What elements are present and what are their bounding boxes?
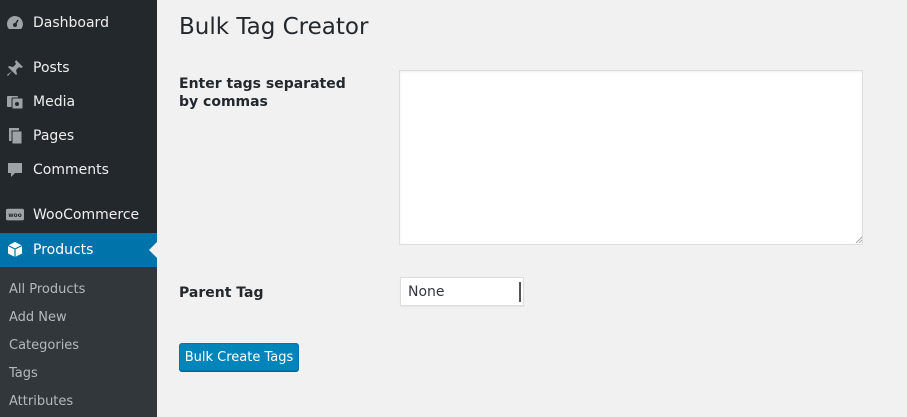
submenu-item-attributes[interactable]: Attributes <box>9 394 73 409</box>
sidebar-item-label: WooCommerce <box>33 207 140 223</box>
parent-tag-label: Parent Tag <box>179 285 264 301</box>
sidebar-item-label: Dashboard <box>33 15 109 31</box>
sidebar-item-woocommerce[interactable]: woo WooCommerce <box>0 198 157 232</box>
products-submenu: All Products Add New Categories Tags Att… <box>0 267 157 417</box>
sidebar-item-label: Pages <box>33 128 75 144</box>
sidebar-item-dashboard[interactable]: Dashboard <box>0 6 157 40</box>
page-title: Bulk Tag Creator <box>179 14 369 40</box>
sidebar-item-label: Media <box>33 94 76 110</box>
box-icon <box>6 241 24 259</box>
select-handle-icon <box>519 282 521 302</box>
parent-tag-select[interactable]: None <box>400 277 524 306</box>
dashboard-icon <box>6 14 24 32</box>
sidebar-item-label: Posts <box>33 60 70 76</box>
media-icon <box>6 93 24 111</box>
submenu-item-all-products[interactable]: All Products <box>9 282 85 297</box>
pin-icon <box>6 59 24 77</box>
svg-text:woo: woo <box>8 213 21 219</box>
submenu-item-add-new[interactable]: Add New <box>9 310 67 325</box>
tags-textarea[interactable] <box>399 70 863 245</box>
parent-tag-selected-value: None <box>408 283 445 300</box>
submenu-item-tags[interactable]: Tags <box>9 366 38 381</box>
sidebar-item-posts[interactable]: Posts <box>0 51 157 85</box>
comment-icon <box>6 161 24 179</box>
admin-sidebar: Dashboard Posts Media Pages Comments woo… <box>0 0 157 417</box>
main-content: Bulk Tag Creator Enter tags separated by… <box>157 0 907 417</box>
sidebar-item-label: Comments <box>33 162 109 178</box>
resize-grip-icon[interactable] <box>855 236 862 243</box>
pages-icon <box>6 127 24 145</box>
tags-label: Enter tags separated by commas <box>179 76 346 110</box>
bulk-create-tags-button[interactable]: Bulk Create Tags <box>179 343 299 371</box>
woo-icon: woo <box>6 206 24 224</box>
sidebar-item-label: Products <box>33 242 94 258</box>
sidebar-item-comments[interactable]: Comments <box>0 153 157 187</box>
submenu-item-categories[interactable]: Categories <box>9 338 79 353</box>
sidebar-item-pages[interactable]: Pages <box>0 119 157 153</box>
sidebar-item-products[interactable]: Products <box>0 233 157 267</box>
sidebar-item-media[interactable]: Media <box>0 85 157 119</box>
